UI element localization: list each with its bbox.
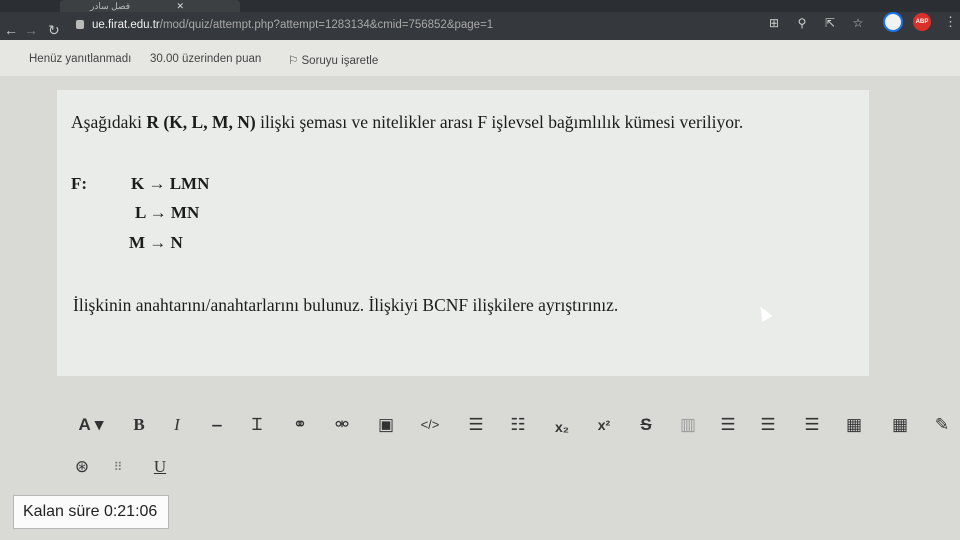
tab-title: فصل سادر (90, 1, 131, 11)
align-center-icon[interactable]: ☰ (757, 414, 779, 436)
lock-icon (76, 20, 84, 29)
question-status: Henüz yanıtlanmadı (29, 53, 132, 65)
menu-kebab-icon[interactable]: ⋮ (944, 14, 957, 30)
bold-button[interactable]: B (129, 414, 149, 436)
zoom-icon[interactable]: ⚲ (794, 15, 810, 31)
intro-after: ilişki şeması ve nitelikler arası F işle… (255, 112, 744, 132)
fd-set-label: F: (71, 174, 88, 193)
code-button[interactable]: </> (417, 414, 443, 436)
italic-button[interactable]: I (167, 414, 187, 436)
subscript-button[interactable]: x₂ (551, 416, 573, 438)
font-color-dropdown[interactable]: A ▾ (71, 414, 111, 436)
functional-dependency: L → MN (135, 203, 200, 222)
horizontal-rule-icon[interactable]: ‒ (207, 414, 227, 436)
strikethrough-icon[interactable]: S (635, 414, 657, 436)
address-bar[interactable]: ue.firat.edu.tr/mod/quiz/attempt.php?att… (76, 15, 756, 35)
back-arrow-icon[interactable]: ← (4, 22, 18, 38)
link-icon[interactable]: ⚭ (289, 414, 311, 436)
adblock-extension-icon[interactable]: ABP (913, 13, 931, 31)
numbered-list-icon[interactable]: ☷ (507, 414, 529, 436)
unlink-icon[interactable]: ⚮ (331, 414, 353, 436)
flag-question-label: Soruyu işaretle (301, 55, 379, 67)
share-icon[interactable]: ⇱ (822, 15, 838, 31)
remaining-time-box: Kalan süre 0:21:06 (13, 495, 169, 529)
clear-format-icon[interactable]: Ɪ (247, 414, 267, 436)
functional-dependency: K → LMN (131, 174, 210, 193)
align-right-icon[interactable]: ☰ (801, 414, 823, 436)
question-text-box: Aşağıdaki R (K, L, M, N) ilişki şeması v… (57, 90, 869, 376)
underline-button[interactable]: U (149, 456, 171, 478)
tab-close-icon[interactable]: ✕ (176, 0, 184, 12)
columns-icon[interactable]: ▥ (677, 414, 699, 436)
translate-icon[interactable]: ⊞ (766, 15, 782, 31)
forward-arrow-icon[interactable]: → (24, 22, 38, 38)
flag-icon: ⚐ (288, 55, 302, 67)
intro-before: Aşağıdaki (71, 112, 147, 132)
table-icon[interactable]: ▦ (843, 414, 865, 436)
bullet-list-icon[interactable]: ☰ (465, 414, 487, 436)
url-host: ue.firat.edu.tr (92, 19, 160, 31)
url-path: /mod/quiz/attempt.php?attempt=1283134&cm… (159, 19, 494, 31)
question-task: İlişkinin anahtarını/anahtarlarını bulun… (73, 295, 619, 315)
braille-icon[interactable]: ⠿ (107, 456, 129, 478)
functional-dependency: M → N (129, 233, 183, 252)
superscript-button[interactable]: x² (593, 414, 615, 436)
flag-question-link[interactable]: ⚐ Soruyu işaretle (288, 53, 378, 67)
table-edit-icon[interactable]: ▦ (889, 414, 911, 436)
edit-icon[interactable]: ✎ (931, 414, 953, 436)
answer-editor-toolbar: A ▾ B I ‒ Ɪ ⚭ ⚮ ▣ </> ☰ ☷ x₂ x² S ▥ ☰ ☰ … (57, 402, 960, 482)
bookmark-star-icon[interactable]: ☆ (850, 15, 866, 31)
question-points: 30.00 üzerinden puan (150, 53, 262, 65)
profile-avatar[interactable] (883, 12, 903, 32)
insert-image-icon[interactable]: ▣ (375, 414, 397, 436)
browser-tab[interactable]: فصل سادر ✕ (60, 0, 240, 12)
accessibility-icon[interactable]: ⊛ (71, 456, 93, 478)
reload-icon[interactable]: ↻ (48, 22, 60, 38)
align-left-icon[interactable]: ☰ (717, 414, 739, 436)
question-intro: Aşağıdaki R (K, L, M, N) ilişki şeması v… (71, 112, 743, 133)
browser-tab-strip: فصل سادر ✕ (0, 0, 960, 12)
question-info-bar: Henüz yanıtlanmadı 30.00 üzerinden puan … (0, 40, 960, 76)
relation-schema: R (K, L, M, N) (146, 112, 256, 132)
